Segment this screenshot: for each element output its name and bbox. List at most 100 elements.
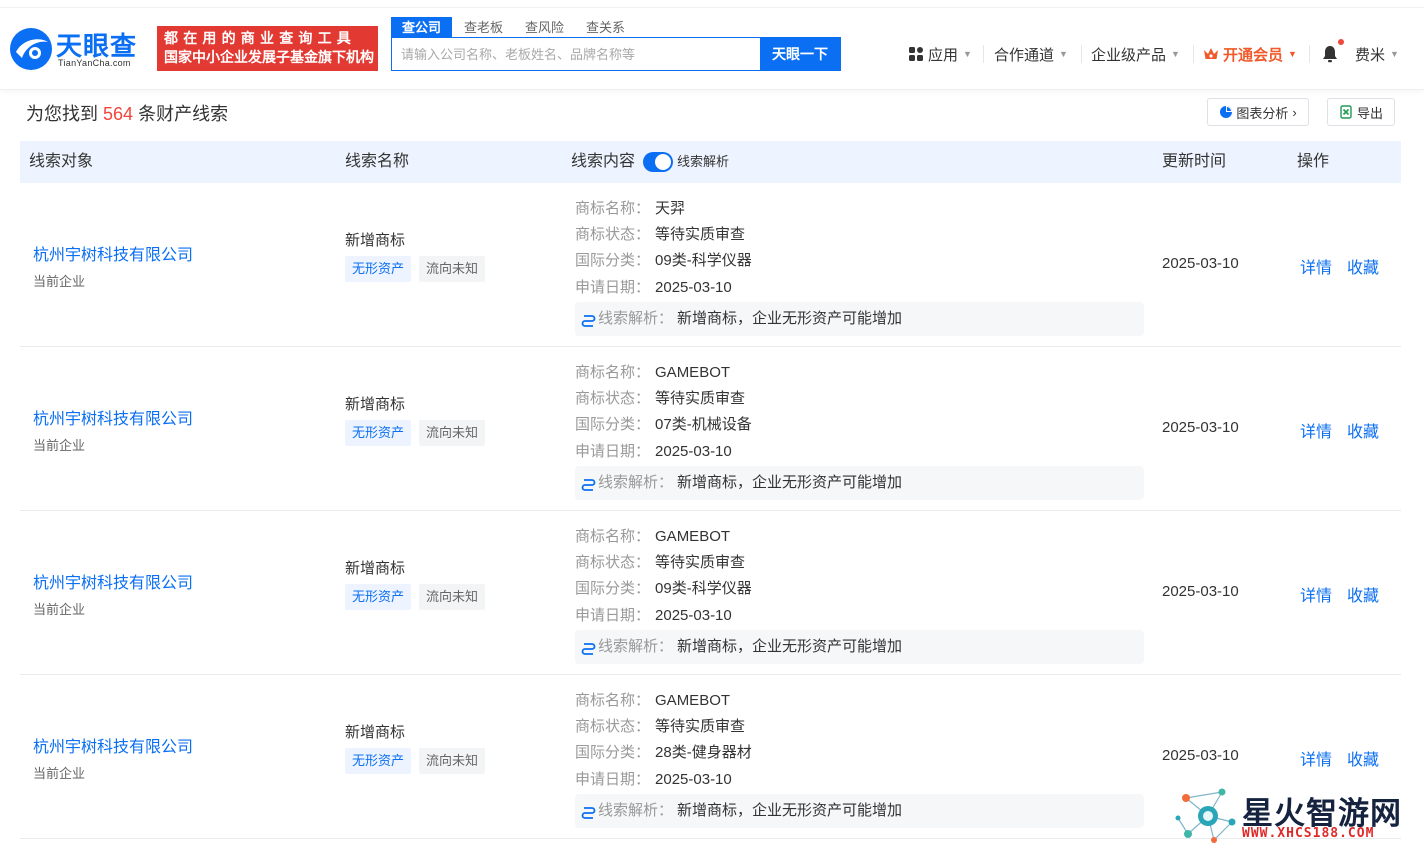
favorite-link[interactable]: 收藏 [1347,746,1379,770]
field-label: 商标状态： [575,226,651,243]
analysis-value: 新增商标，企业无形资产可能增加 [677,802,903,819]
field-brand-name: 商标名称： GAMEBOT [575,361,730,382]
tag-flow-unknown: 流向未知 [419,420,486,446]
company-subtitle: 当前企业 [33,766,86,781]
slogan-line-2: 国家中小企业发展子基金旗下机构 [164,49,374,65]
field-intl-class: 国际分类： 09类-科学仪器 [575,249,752,270]
result-count: 564 [103,104,134,124]
clue-analysis-box: 线索解析： 新增商标，企业无形资产可能增加 [575,794,1144,828]
field-brand-status: 商标状态： 等待实质审查 [575,551,745,572]
detail-link[interactable]: 详情 [1300,418,1332,442]
table-row: 杭州宇树科技有限公司 当前企业 新增商标 无形资产 流向未知 商标名称： GAME… [20,347,1401,511]
analysis-label: 线索解析： [598,638,674,655]
favorite-link[interactable]: 收藏 [1347,582,1379,606]
network-logo-icon [1175,788,1236,843]
chevron-down-icon: ▼ [1171,49,1180,59]
nav-vip-label: 开通会员 [1223,46,1284,64]
field-apply-date: 申请日期： 2025-03-10 [575,276,732,297]
table-row: 杭州宇树科技有限公司 当前企业 新增商标 无形资产 流向未知 商标名称： GAME… [20,511,1401,675]
crown-icon [1204,48,1218,59]
field-label: 国际分类： [575,416,651,433]
field-intl-class: 国际分类： 07类-机械设备 [575,413,752,434]
analysis-label: 线索解析： [598,310,674,327]
favorite-link[interactable]: 收藏 [1347,254,1379,278]
brand-status-value: 等待实质审查 [655,226,746,243]
field-brand-name: 商标名称： GAMEBOT [575,689,730,710]
analysis-icon [581,642,596,655]
brand-status-value: 等待实质审查 [655,718,746,735]
intl-class-value: 09类-科学仪器 [655,580,752,597]
grid-icon [909,47,923,61]
tab-search-boss[interactable]: 查老板 [454,17,513,37]
updated-date: 2025-03-10 [1162,419,1239,436]
company-link[interactable]: 杭州宇树科技有限公司 [33,733,193,757]
brand-status-value: 等待实质审查 [655,390,746,407]
tag-flow-unknown: 流向未知 [419,256,486,282]
field-intl-class: 国际分类： 28类-健身器材 [575,741,752,762]
tag-flow-unknown: 流向未知 [419,748,486,774]
brand-name-value: GAMEBOT [655,692,731,709]
tab-search-company[interactable]: 查公司 [391,17,453,37]
intl-class-value: 09类-科学仪器 [655,252,752,269]
nav-apps[interactable]: 应用 ▼ [909,44,972,64]
apply-date-value: 2025-03-10 [655,279,732,296]
top-header: 天眼查 TianYanCha.com 都在用的商业查询工具 国家中小企业发展子基… [0,0,1424,90]
company-link[interactable]: 杭州宇树科技有限公司 [33,405,193,429]
detail-link[interactable]: 详情 [1300,254,1332,278]
nav-user-label: 费米 [1355,46,1386,64]
notification-dot [1338,39,1344,45]
analysis-value: 新增商标，企业无形资产可能增加 [677,310,903,327]
excel-icon [1340,105,1352,119]
field-apply-date: 申请日期： 2025-03-10 [575,440,732,461]
chart-analysis-button[interactable]: 图表分析 › [1207,98,1309,126]
column-header-name: 线索名称 [345,153,410,170]
field-label: 申请日期： [575,771,651,788]
nav-channel[interactable]: 合作通道 ▼ [994,44,1068,64]
company-link[interactable]: 杭州宇树科技有限公司 [33,569,193,593]
intl-class-value: 07类-机械设备 [655,416,752,433]
analysis-icon [581,314,596,327]
field-label: 国际分类： [575,580,651,597]
result-summary: 为您找到 564 条财产线索 [26,100,228,126]
field-label: 商标名称： [575,692,651,709]
bell-icon[interactable] [1320,44,1340,64]
header-top-strip [0,0,1424,8]
field-label: 商标状态： [575,554,651,571]
tag-intangible-asset: 无形资产 [345,748,412,774]
favorite-link[interactable]: 收藏 [1347,418,1379,442]
field-label: 申请日期： [575,607,651,624]
tab-search-risk[interactable]: 查风险 [515,17,574,37]
search-input[interactable] [392,38,760,70]
watermark-url: WWW.XHCS188.COM [1242,826,1375,841]
updated-date: 2025-03-10 [1162,255,1239,272]
tag-intangible-asset: 无形资产 [345,256,412,282]
company-link[interactable]: 杭州宇树科技有限公司 [33,241,193,265]
clue-analysis-box: 线索解析： 新增商标，企业无形资产可能增加 [575,630,1144,664]
tab-search-relation[interactable]: 查关系 [576,17,635,37]
analysis-icon [581,806,596,819]
export-button[interactable]: 导出 [1327,98,1395,126]
field-label: 国际分类： [575,744,651,761]
brand-name-value: GAMEBOT [655,528,731,545]
field-label: 商标状态： [575,718,651,735]
nav-vip[interactable]: 开通会员 ▼ [1203,44,1297,64]
export-label: 导出 [1356,105,1383,121]
company-subtitle: 当前企业 [33,602,86,617]
field-brand-name: 商标名称： GAMEBOT [575,525,730,546]
search-button[interactable]: 天眼一下 [760,38,840,70]
intl-class-value: 28类-健身器材 [655,744,752,761]
nav-enterprise[interactable]: 企业级产品 ▼ [1091,44,1180,64]
detail-link[interactable]: 详情 [1300,582,1332,606]
field-label: 申请日期： [575,279,651,296]
nav-divider [1193,45,1194,63]
field-label: 商标名称： [575,200,651,217]
analysis-icon [581,478,596,491]
chevron-right-icon: › [1292,104,1297,120]
field-label: 申请日期： [575,443,651,460]
detail-link[interactable]: 详情 [1300,746,1332,770]
apply-date-value: 2025-03-10 [655,443,732,460]
field-label: 商标名称： [575,364,651,381]
nav-user[interactable]: 费米 ▼ [1355,44,1399,64]
site-logo[interactable]: 天眼查 TianYanCha.com [8,26,153,74]
clue-analysis-toggle[interactable] [643,152,673,172]
